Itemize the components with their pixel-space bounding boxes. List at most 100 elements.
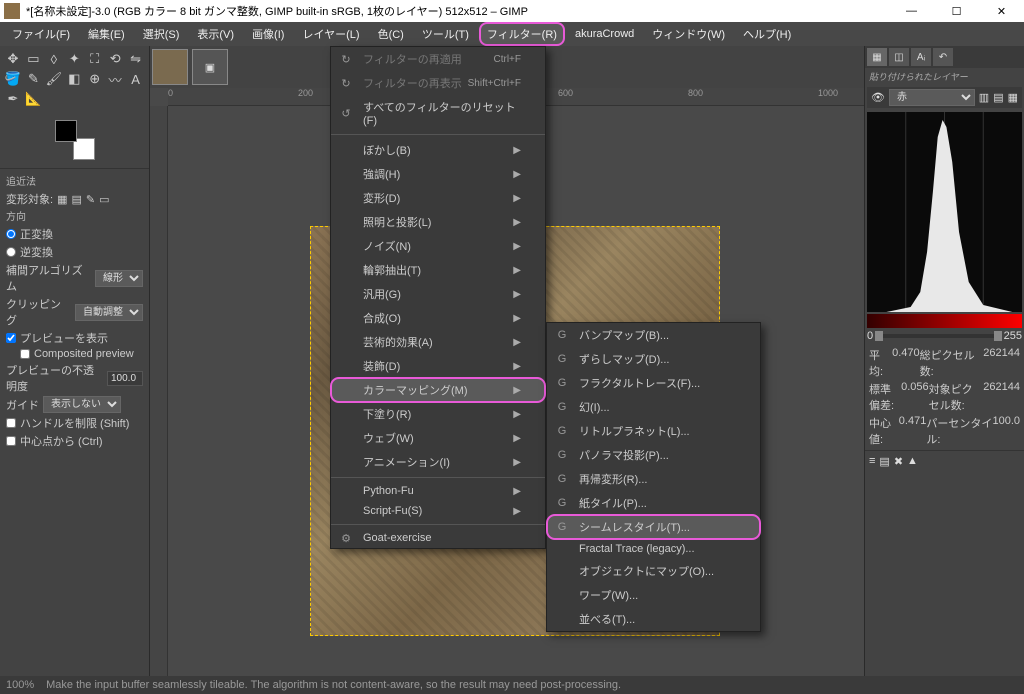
menu-item[interactable]: Gリトルプラネット(L)... (547, 419, 760, 443)
menu-ファイルf[interactable]: ファイル(F) (4, 22, 78, 46)
maximize-button[interactable]: ☐ (934, 0, 979, 22)
menu-ウィンドウw[interactable]: ウィンドウ(W) (644, 22, 733, 46)
menu-ヘルプh[interactable]: ヘルプ(H) (735, 22, 799, 46)
direction-backward[interactable] (6, 247, 16, 257)
dock-icon-3[interactable]: ✖ (894, 455, 903, 468)
tool-smudge[interactable]: 〰 (106, 70, 124, 88)
image-tab-1[interactable] (152, 49, 188, 85)
menu-item[interactable]: Gパノラマ投影(P)... (547, 443, 760, 467)
transform-icon2[interactable]: ▤ (71, 193, 81, 206)
menu-item[interactable]: Python-Fu▶ (331, 481, 545, 501)
menu-フィルターr[interactable]: フィルター(R) (479, 22, 565, 46)
tool-free-select[interactable]: ◊ (45, 50, 63, 68)
menu-item[interactable]: 装飾(D)▶ (331, 354, 545, 378)
menu-item[interactable]: ↺すべてのフィルターのリセット(F) (331, 95, 545, 131)
tool-text[interactable]: A (127, 70, 145, 88)
tool-bucket[interactable]: 🪣 (4, 70, 22, 88)
dock-icon-4[interactable]: ▲ (907, 455, 918, 468)
menu-選択s[interactable]: 選択(S) (135, 22, 188, 46)
dock-tab-undo[interactable]: ↶ (933, 48, 953, 66)
menu-item[interactable]: 強調(H)▶ (331, 162, 545, 186)
tool-flip[interactable]: ⇋ (127, 50, 145, 68)
handle-checkbox[interactable] (6, 418, 16, 428)
guide-select[interactable]: 表示しない (43, 396, 121, 413)
menu-item[interactable]: ノイズ(N)▶ (331, 234, 545, 258)
tool-rotate[interactable]: ⟲ (106, 50, 124, 68)
menu-item[interactable]: アニメーション(I)▶ (331, 450, 545, 474)
menu-item[interactable]: G紙タイル(P)... (547, 491, 760, 515)
menu-akuracrowd[interactable]: akuraCrowd (567, 24, 642, 44)
opacity-input[interactable] (107, 371, 143, 386)
slider-thumb-right[interactable] (994, 331, 1002, 341)
interp-select[interactable]: 線形 (95, 270, 143, 287)
menu-item[interactable]: 芸術的効果(A)▶ (331, 330, 545, 354)
menu-item[interactable]: G幻(I)... (547, 395, 760, 419)
menu-item[interactable]: 照明と投影(L)▶ (331, 210, 545, 234)
menu-item[interactable]: 下塗り(R)▶ (331, 402, 545, 426)
ruler-mark: 800 (688, 88, 703, 98)
menu-item[interactable]: ワープ(W)... (547, 583, 760, 607)
tool-crop[interactable]: ⛶ (86, 50, 104, 68)
menu-item[interactable]: Gバンプマップ(B)... (547, 323, 760, 347)
dock-icon-1[interactable]: ≡ (869, 455, 875, 468)
menu-item[interactable]: カラーマッピング(M)▶ (331, 378, 545, 402)
color-swatches[interactable] (55, 120, 95, 160)
tool-eraser[interactable]: ◧ (65, 70, 83, 88)
close-button[interactable]: ✕ (979, 0, 1024, 22)
menu-item[interactable]: Gずらしマップ(D)... (547, 347, 760, 371)
menu-item[interactable]: Gシームレスタイル(T)... (547, 515, 760, 539)
layer-action-2[interactable]: ▤ (993, 91, 1003, 104)
menu-編集e[interactable]: 編集(E) (80, 22, 133, 46)
menu-item[interactable]: 並べる(T)... (547, 607, 760, 631)
channel-select[interactable]: 赤 (889, 89, 975, 106)
menu-item[interactable]: Fractal Trace (legacy)... (547, 539, 760, 559)
tool-pencil[interactable]: ✎ (24, 70, 42, 88)
fg-color[interactable] (55, 120, 77, 142)
dock-tab-channels[interactable]: ◫ (889, 48, 909, 66)
menu-item[interactable]: ぼかし(B)▶ (331, 138, 545, 162)
tool-rect-select[interactable]: ▭ (24, 50, 42, 68)
layer-row[interactable]: 👁 赤 ▥ ▤ ▦ (867, 87, 1022, 108)
dock-tab-paths[interactable]: Aᵢ (911, 48, 931, 66)
menu-item[interactable]: 汎用(G)▶ (331, 282, 545, 306)
slider-track[interactable] (875, 334, 1002, 338)
menu-item[interactable]: Script-Fu(S)▶ (331, 501, 545, 521)
transform-icon[interactable]: ▦ (57, 193, 67, 206)
tool-path[interactable]: ✒ (4, 90, 22, 108)
tool-measure[interactable]: 📐 (24, 90, 42, 108)
visibility-icon[interactable]: 👁 (871, 91, 885, 104)
menu-item[interactable]: 輪郭抽出(T)▶ (331, 258, 545, 282)
menu-ツールt[interactable]: ツール(T) (414, 22, 477, 46)
composited-checkbox[interactable] (20, 349, 30, 359)
tool-clone[interactable]: ⊕ (86, 70, 104, 88)
menu-画像i[interactable]: 画像(I) (244, 22, 292, 46)
image-tab-2[interactable]: ▣ (192, 49, 228, 85)
dock-icon-2[interactable]: ▤ (879, 455, 889, 468)
minimize-button[interactable]: — (889, 0, 934, 22)
tool-brush[interactable]: 🖌 (45, 70, 63, 88)
tool-fuzzy-select[interactable]: ✦ (65, 50, 83, 68)
layer-action-1[interactable]: ▥ (979, 91, 989, 104)
menu-item[interactable]: ウェブ(W)▶ (331, 426, 545, 450)
menu-item[interactable]: Gフラクタルトレース(F)... (547, 371, 760, 395)
menu-item[interactable]: 変形(D)▶ (331, 186, 545, 210)
menu-item[interactable]: 合成(O)▶ (331, 306, 545, 330)
menu-表示v[interactable]: 表示(V) (189, 22, 242, 46)
menu-item[interactable]: G再帰変形(R)... (547, 467, 760, 491)
slider-thumb-left[interactable] (875, 331, 883, 341)
layer-action-3[interactable]: ▦ (1008, 91, 1018, 104)
menu-色c[interactable]: 色(C) (370, 22, 412, 46)
preview-checkbox[interactable] (6, 333, 16, 343)
dock-tab-layers[interactable]: ▦ (867, 48, 887, 66)
transform-icon3[interactable]: ✎ (86, 193, 95, 206)
clip-select[interactable]: 自動調整 (75, 304, 143, 321)
menu-item[interactable]: オブジェクトにマップ(O)... (547, 559, 760, 583)
menu-item[interactable]: ⚙Goat-exercise (331, 528, 545, 548)
zoom-level[interactable]: 100% (6, 679, 34, 691)
submenu-arrow-icon: ▶ (513, 193, 521, 204)
transform-icon4[interactable]: ▭ (99, 193, 109, 206)
menu-レイヤーl[interactable]: レイヤー(L) (294, 22, 367, 46)
tool-move[interactable]: ✥ (4, 50, 22, 68)
center-checkbox[interactable] (6, 436, 16, 446)
direction-forward[interactable] (6, 229, 16, 239)
